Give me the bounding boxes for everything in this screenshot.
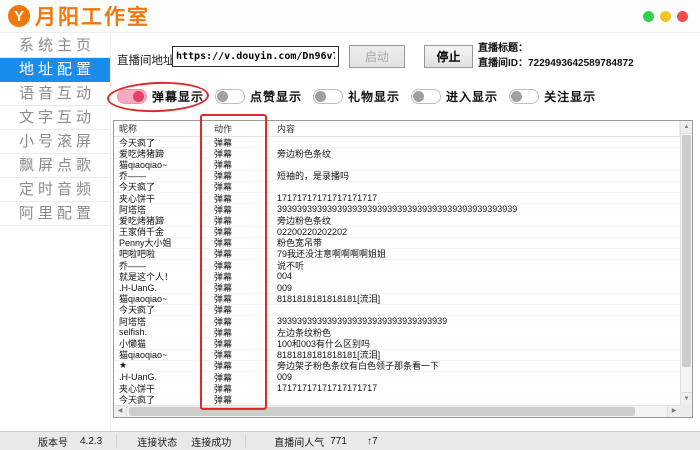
table-cell: .H-UanG. <box>114 283 206 293</box>
popularity-value: 771 <box>330 436 347 447</box>
toggle-label-2: 点赞显示 <box>250 88 302 105</box>
toggle-group-1: 弹幕显示 <box>117 88 204 105</box>
table-body: 今天疯了弹幕爱吃烤猪蹄弹幕旁边粉色条纹猫qiaoqiao~弹幕乔——弹幕短袖的，… <box>114 137 680 405</box>
room-id-label: 直播间ID： <box>478 58 528 69</box>
live-title-label: 直播标题： <box>478 43 528 54</box>
table-cell: 旁边粉色条纹 <box>269 214 680 227</box>
toggle-group-2: 点赞显示 <box>215 88 302 105</box>
sidebar-item-8[interactable]: 阿里配置 <box>0 202 110 226</box>
sidebar-item-6[interactable]: 飘屏点歌 <box>0 154 110 178</box>
scroll-down-icon[interactable]: ▼ <box>681 392 692 405</box>
toggle-label-3: 礼物显示 <box>348 88 400 105</box>
room-address-input[interactable] <box>172 46 339 67</box>
toggle-knob-icon <box>217 91 228 102</box>
column-header-nickname[interactable]: 昵称 <box>114 121 206 136</box>
table-row[interactable]: 今天疯了弹幕 <box>114 394 680 405</box>
table-cell: 17171717171717171717 <box>269 193 680 203</box>
version-label: 版本号 <box>38 434 68 449</box>
room-address-label: 直播间地址 <box>117 52 175 68</box>
column-header-action[interactable]: 动作 <box>206 121 269 136</box>
app-logo-icon: Y <box>8 5 30 27</box>
toggle-group-5: 关注显示 <box>509 88 596 105</box>
table-cell: 说不听 <box>269 259 680 272</box>
table-cell: 17171717171717171717 <box>269 383 680 393</box>
sidebar-item-2[interactable]: 地址配置 <box>0 58 110 82</box>
table-cell: 3939393939393939393939393939393939 <box>269 316 680 326</box>
version-value: 4.2.3 <box>80 436 102 447</box>
app-title: 月阳工作室 <box>35 1 150 31</box>
table-row[interactable]: ★弹幕旁边架子粉色条纹有白色领子那条看一下 <box>114 361 680 372</box>
table-cell: 旁边架子粉色条纹有白色领子那条看一下 <box>269 359 680 372</box>
table-cell: 004 <box>269 271 680 281</box>
vertical-scrollbar[interactable]: ▲ ▼ <box>680 121 692 405</box>
sidebar-item-4[interactable]: 文字互动 <box>0 106 110 130</box>
window-maximize-button[interactable] <box>660 11 671 22</box>
toggle-switch-4[interactable] <box>411 89 441 104</box>
scrollbar-corner <box>680 405 692 417</box>
table-cell: 就是这个人！ <box>114 270 206 283</box>
table-header: 昵称 动作 内容 <box>114 121 680 137</box>
table-cell: selfish. <box>114 327 206 337</box>
table-cell: 短袖的，是录播吗 <box>269 169 680 182</box>
table-cell: ★ <box>114 360 206 371</box>
window-minimize-button[interactable] <box>643 11 654 22</box>
live-info-block: 直播标题： 直播间ID：7229493642589784872 <box>478 41 634 71</box>
table-cell: 02200220202202 <box>269 227 680 237</box>
title-bar: Y 月阳工作室 <box>0 0 700 33</box>
toggle-group-3: 礼物显示 <box>313 88 400 105</box>
table-cell: 8181818181818181[流泪] <box>269 292 680 305</box>
toggle-label-1: 弹幕显示 <box>152 88 204 105</box>
sidebar-item-7[interactable]: 定时音频 <box>0 178 110 202</box>
toggle-knob-icon <box>511 91 522 102</box>
status-separator <box>245 435 246 448</box>
window-close-button[interactable] <box>677 11 688 22</box>
table-cell: 今天疯了 <box>114 393 206 405</box>
connection-status-label: 连接状态 <box>137 434 177 449</box>
column-header-content[interactable]: 内容 <box>269 121 680 136</box>
toggle-group-4: 进入显示 <box>411 88 498 105</box>
table-cell: 旁边粉色条纹 <box>269 147 680 160</box>
sidebar-item-5[interactable]: 小号滚屏 <box>0 130 110 154</box>
room-id-line: 直播间ID：7229493642589784872 <box>478 56 634 71</box>
table-cell: 3939393939393939393939393939393939393939… <box>269 204 680 214</box>
stop-button[interactable]: 停止 <box>424 45 473 68</box>
toggle-switch-2[interactable] <box>215 89 245 104</box>
scroll-right-icon[interactable]: ▶ <box>667 406 680 417</box>
window-buttons <box>643 11 688 22</box>
popularity-label: 直播间人气 <box>274 434 324 449</box>
toggle-knob-icon <box>315 91 326 102</box>
table-cell: 弹幕 <box>206 393 269 405</box>
scroll-up-icon[interactable]: ▲ <box>681 121 692 134</box>
horizontal-scroll-thumb[interactable] <box>129 407 635 416</box>
table-cell: 阿塔塔 <box>114 315 206 328</box>
table-cell: 猫qiaoqiao~ <box>114 348 206 361</box>
toggle-label-5: 关注显示 <box>544 88 596 105</box>
sidebar-item-3[interactable]: 语音互动 <box>0 82 110 106</box>
toggle-switch-5[interactable] <box>509 89 539 104</box>
table-cell: .H-UanG. <box>114 372 206 382</box>
horizontal-scrollbar[interactable]: ◀ ▶ <box>114 405 680 417</box>
toggle-label-4: 进入显示 <box>446 88 498 105</box>
table-row[interactable]: 就是这个人！弹幕004 <box>114 271 680 282</box>
room-id-value: 7229493642589784872 <box>528 58 634 69</box>
sidebar: 系统主页地址配置语音互动文字互动小号滚屏飘屏点歌定时音频阿里配置 <box>0 34 111 430</box>
start-button[interactable]: 启动 <box>349 45 405 68</box>
vertical-scroll-thumb[interactable] <box>682 135 691 367</box>
message-table: 昵称 动作 内容 今天疯了弹幕爱吃烤猪蹄弹幕旁边粉色条纹猫qiaoqiao~弹幕… <box>113 120 693 418</box>
status-separator <box>116 435 117 448</box>
toggle-switch-1[interactable] <box>117 89 147 104</box>
connection-status-value: 连接成功 <box>191 434 231 449</box>
scroll-left-icon[interactable]: ◀ <box>114 406 127 417</box>
display-toggle-row: 弹幕显示 点赞显示 礼物显示 进入显示 关注显示 <box>117 88 607 105</box>
toggle-switch-3[interactable] <box>313 89 343 104</box>
toggle-knob-icon <box>133 91 144 102</box>
sidebar-item-1[interactable]: 系统主页 <box>0 34 110 58</box>
table-cell: 009 <box>269 372 680 382</box>
toggle-knob-icon <box>413 91 424 102</box>
live-title-line: 直播标题： <box>478 41 634 56</box>
table-cell: 009 <box>269 283 680 293</box>
status-bar: 版本号 4.2.3 连接状态 连接成功 直播间人气 771 ↑7 <box>0 431 700 450</box>
popularity-trend: ↑7 <box>367 436 378 447</box>
